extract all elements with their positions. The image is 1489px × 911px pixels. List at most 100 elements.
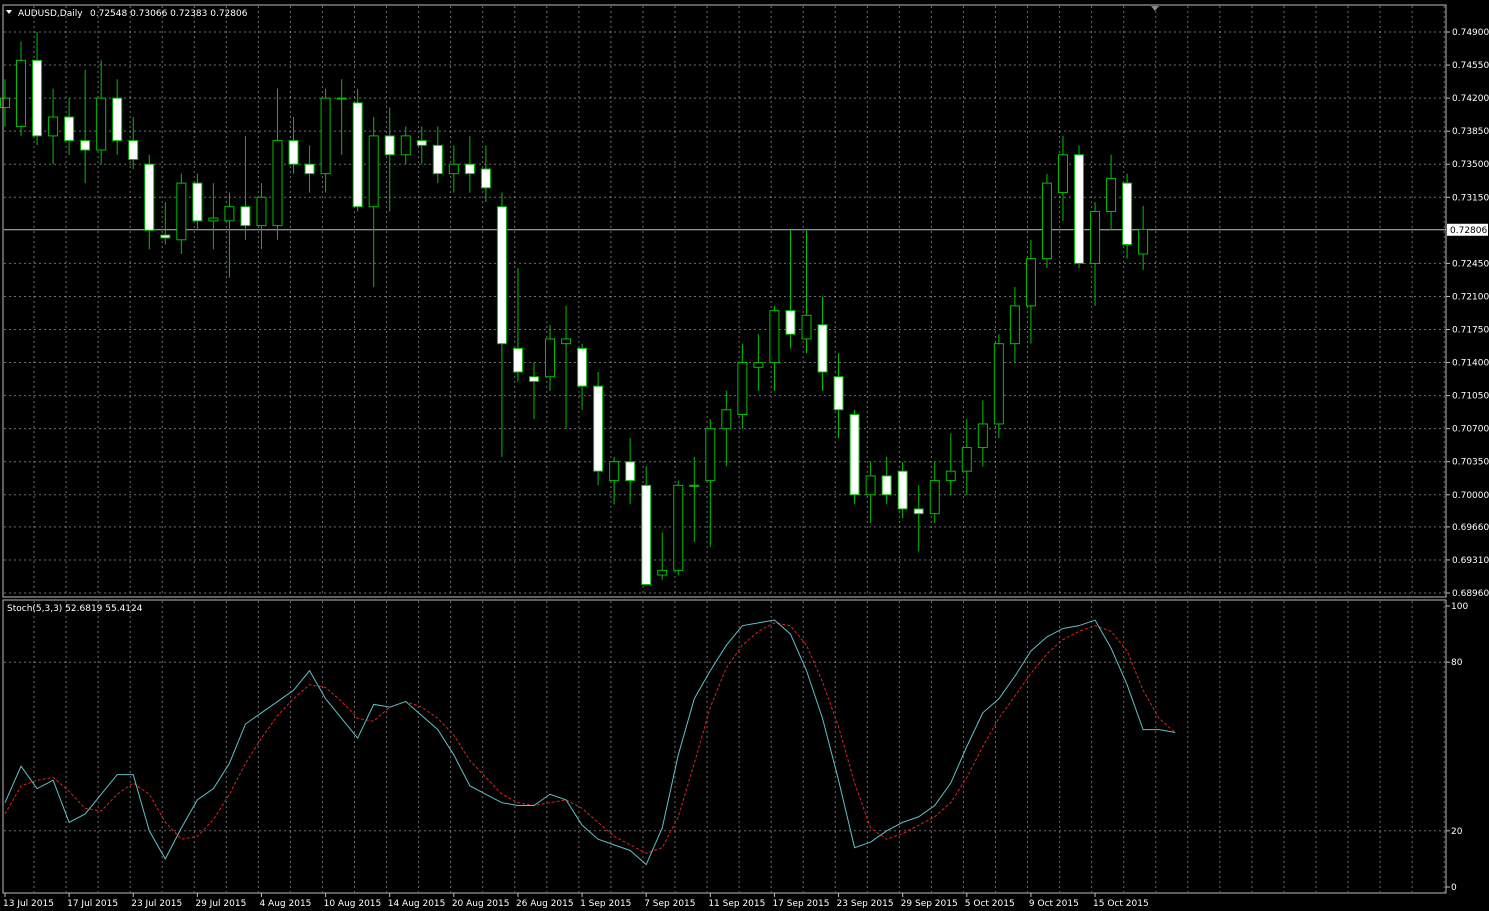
date-tick-label: 29 Jul 2015: [195, 899, 246, 909]
stoch-tick-label: 100: [1451, 602, 1468, 612]
candle-body-bear: [192, 182, 203, 222]
date-tick-label: 20 Aug 2015: [452, 899, 510, 909]
price-tick-label: 0.73850: [1452, 127, 1489, 137]
date-tick-label: 5 Oct 2015: [965, 899, 1015, 909]
candle-body-bull: [657, 569, 668, 576]
candle-body-bull: [1106, 177, 1117, 212]
date-tick-label: 4 Aug 2015: [259, 899, 311, 909]
candle-body-bull: [561, 338, 572, 345]
candle-body-bear: [240, 206, 251, 227]
candle-body-bull: [0, 97, 10, 109]
candle-body-bear: [64, 116, 75, 142]
candle-body-bull: [96, 97, 107, 151]
candle[interactable]: [593, 372, 604, 486]
candle-body-bear: [593, 385, 604, 472]
stoch-tick-label: 20: [1451, 827, 1463, 837]
date-tick-label: 14 Aug 2015: [388, 899, 446, 909]
price-tick-label: 0.70700: [1452, 425, 1489, 435]
candle-body-bear: [464, 163, 475, 175]
price-tick-label: 0.72450: [1452, 259, 1489, 269]
candle-body-bull: [945, 470, 956, 482]
stoch-indicator-label: Stoch(5,3,3) 52.6819 55.4124: [7, 604, 143, 614]
price-tick-label: 0.73150: [1452, 193, 1489, 203]
date-tick-label: 1 Sep 2015: [580, 899, 631, 909]
candle[interactable]: [673, 480, 684, 576]
candle-body-bull: [753, 362, 764, 368]
candle-body-bear: [512, 347, 523, 373]
date-tick-label: 7 Sep 2015: [644, 899, 695, 909]
price-tick-label: 0.69660: [1452, 523, 1489, 533]
candle[interactable]: [993, 334, 1004, 439]
stoch-tick-label: 80: [1451, 658, 1463, 668]
price-tick-label: 0.69310: [1452, 556, 1489, 566]
candle-body-bull: [721, 409, 732, 430]
candle-body-bear: [785, 310, 796, 335]
price-tick-label: 0.74200: [1452, 94, 1489, 104]
candle-body-bear: [849, 414, 860, 496]
candle-body-bear: [817, 324, 828, 373]
candle-body-bear: [577, 347, 588, 387]
candle-body-bear: [32, 59, 43, 137]
stoch-tick-label: 0: [1451, 883, 1457, 893]
date-tick-label: 15 Oct 2015: [1093, 899, 1149, 909]
candle-body-bull: [320, 97, 331, 175]
trading-chart[interactable]: 0.74900 0.74550 0.74200 0.73850 0.73500 0.731…: [0, 0, 1489, 911]
price-tick-label: 0.73500: [1452, 160, 1489, 170]
candle[interactable]: [352, 88, 363, 212]
price-tick-label: 0.71050: [1452, 392, 1489, 402]
candle-body-bear: [897, 470, 908, 510]
date-tick-label: 10 Aug 2015: [324, 899, 382, 909]
date-tick-label: 13 Jul 2015: [3, 899, 54, 909]
chart-background: [0, 0, 1489, 911]
candle-body-bear: [128, 140, 139, 161]
price-tick-label: 0.71750: [1452, 326, 1489, 336]
candle-body-bull: [1025, 258, 1036, 307]
candle[interactable]: [1041, 173, 1052, 269]
candle-body-bull: [993, 343, 1004, 425]
candle-body-bull: [769, 310, 780, 364]
candle-body-bull: [1041, 182, 1052, 260]
candle-body-bear: [80, 140, 91, 151]
candle-body-bear: [352, 102, 363, 208]
candle-body-bull: [368, 135, 379, 208]
price-tick-label: 0.72100: [1452, 292, 1489, 302]
candle-body-bear: [304, 163, 315, 175]
candle-body-bull: [336, 97, 347, 100]
candle-body-bear: [432, 144, 443, 175]
price-tick-label: 0.74550: [1452, 61, 1489, 71]
candle-body-bear: [480, 168, 491, 189]
candle-body-bear: [1074, 154, 1085, 264]
candle-body-bull: [224, 206, 235, 222]
candle-body-bull: [400, 135, 411, 156]
candle-body-bear: [112, 97, 123, 142]
candle-body-bear: [913, 508, 924, 515]
candle-body-bear: [384, 135, 395, 156]
candle-body-bull: [673, 484, 684, 571]
candle-body-bull: [865, 475, 876, 496]
candle-body-bull: [1138, 228, 1149, 255]
candle-body-bear: [160, 234, 171, 239]
candle-body-bear: [144, 163, 155, 231]
candle-body-bull: [705, 428, 716, 482]
date-tick-label: 23 Sep 2015: [837, 899, 894, 909]
candle-body-bull: [801, 314, 812, 340]
candle[interactable]: [1074, 145, 1085, 269]
candle-body-bull: [176, 182, 187, 241]
date-tick-label: 26 Aug 2015: [516, 899, 574, 909]
candle-body-bull: [1009, 305, 1020, 345]
date-tick-label: 23 Jul 2015: [131, 899, 182, 909]
candle-body-bull: [256, 196, 267, 227]
price-tick-label: 0.74900: [1452, 28, 1489, 38]
candle[interactable]: [849, 409, 860, 505]
candle-body-bull: [689, 484, 700, 487]
candle-body-bull: [1090, 210, 1101, 264]
date-tick-label: 17 Sep 2015: [772, 899, 829, 909]
candle-body-bull: [977, 423, 988, 449]
candle-body-bull: [272, 140, 283, 227]
date-tick-label: 17 Jul 2015: [67, 899, 118, 909]
candle-body-bull: [208, 217, 219, 222]
candle-body-bear: [881, 475, 892, 496]
price-tick-label: 0.70350: [1452, 458, 1489, 468]
candle-body-bull: [16, 59, 27, 127]
current-price-label: 0.72806: [1450, 226, 1487, 236]
